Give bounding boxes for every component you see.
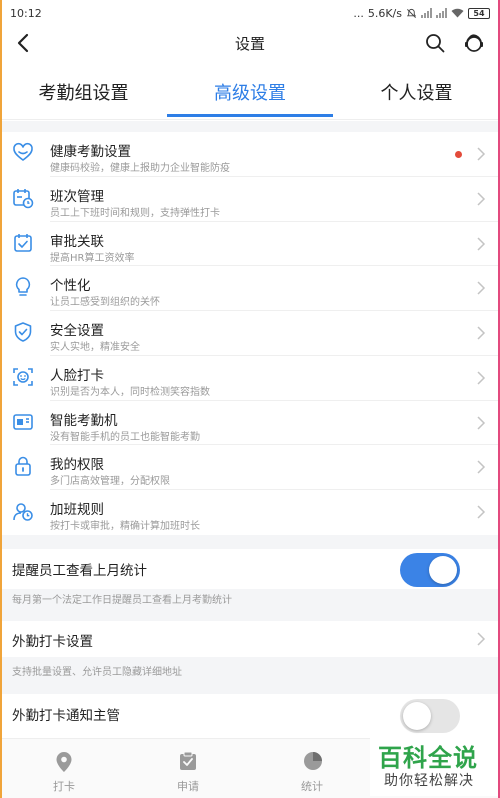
list-item-overtime-rules[interactable]: 加班规则 按打卡或审批，精确计算加班时长 xyxy=(0,490,500,535)
list-item-title: 安全设置 xyxy=(50,323,104,339)
list-item-title: 班次管理 xyxy=(50,188,104,205)
signal-4g-icon xyxy=(421,8,432,18)
list-item-subtitle: 多门店高效管理，分配权限 xyxy=(50,476,170,488)
chevron-right-icon xyxy=(477,460,486,474)
list-item-subtitle: 实人实地，精准安全 xyxy=(50,342,140,353)
list-item-subtitle: 识别是否为本人，同时检测笑容指数 xyxy=(50,386,210,398)
list-item-security[interactable]: 安全设置 实人实地，精准安全 xyxy=(0,311,500,356)
status-dots: ... xyxy=(353,6,364,20)
chevron-right-icon xyxy=(477,371,486,385)
tab-personal[interactable]: 个人设置 xyxy=(333,64,500,120)
bottom-nav-label: 统计 xyxy=(301,780,323,793)
remind-last-month-toggle[interactable] xyxy=(400,553,460,587)
toggle-knob xyxy=(403,702,431,730)
location-pin-icon xyxy=(56,752,72,772)
setting-field-checkin[interactable]: 外勤打卡设置 xyxy=(0,621,500,657)
list-item-approval-link[interactable]: 审批关联 提高HR算工资效率 xyxy=(0,222,500,267)
list-item-smart-attendance-machine[interactable]: 智能考勤机 没有智能手机的员工也能智能考勤 xyxy=(0,401,500,446)
bottom-nav-stats[interactable]: 统计 xyxy=(262,739,362,798)
overtime-user-icon xyxy=(13,503,33,521)
section-gap xyxy=(0,121,500,132)
mute-icon xyxy=(406,8,417,18)
active-tab-indicator xyxy=(167,114,333,117)
top-nav: 设置 xyxy=(0,26,500,60)
bottom-nav-label: 打卡 xyxy=(53,780,75,793)
list-item-title: 个性化 xyxy=(50,278,91,295)
watermark-sub-text: 助你轻松解决 xyxy=(384,773,474,789)
tab-advanced[interactable]: 高级设置 xyxy=(167,64,333,120)
list-item-subtitle: 提高HR算工资效率 xyxy=(50,252,135,264)
setting-note: 支持批量设置、允许员工隐藏详细地址 xyxy=(12,667,182,678)
calendar-clock-icon xyxy=(13,188,34,209)
chevron-right-icon xyxy=(477,281,486,295)
network-speed: 5.6K/s xyxy=(367,6,402,20)
lock-icon xyxy=(15,456,31,477)
setting-remind-last-month: 提醒员工查看上月统计 xyxy=(0,549,500,589)
heart-icon xyxy=(13,142,33,161)
list-item-subtitle: 没有智能手机的员工也能智能考勤 xyxy=(50,431,200,443)
setting-field-notify-manager: 外勤打卡通知主管 xyxy=(0,694,500,738)
setting-title: 外勤打卡通知主管 xyxy=(12,708,120,724)
toggle-knob xyxy=(429,556,457,584)
clipboard-check-icon xyxy=(180,751,196,770)
list-item-personalization[interactable]: 个性化 让员工感受到组织的关怀 xyxy=(0,266,500,311)
list-item-title: 加班规则 xyxy=(50,502,104,518)
bottom-nav-label: 申请 xyxy=(177,780,199,793)
chevron-right-icon xyxy=(477,505,486,519)
notification-dot xyxy=(455,151,462,158)
list-item-subtitle: 健康码校验，健康上报助力企业智能防疫 xyxy=(50,163,230,174)
status-right: ... 5.6K/s 54 xyxy=(353,7,490,20)
setting-title: 外勤打卡设置 xyxy=(12,634,93,650)
chevron-right-icon xyxy=(477,326,486,340)
list-item-my-permissions[interactable]: 我的权限 多门店高效管理，分配权限 xyxy=(0,445,500,490)
list-item-title: 智能考勤机 xyxy=(50,412,118,429)
field-notify-toggle[interactable] xyxy=(400,699,460,733)
list-item-subtitle: 按打卡或审批，精确计算加班时长 xyxy=(50,521,200,532)
tab-attendance-group[interactable]: 考勤组设置 xyxy=(0,64,167,120)
status-bar: 10:12 ... 5.6K/s 54 xyxy=(0,0,500,26)
list-item-face-checkin[interactable]: 人脸打卡 识别是否为本人，同时检测笑容指数 xyxy=(0,356,500,401)
chevron-right-icon xyxy=(477,236,486,251)
approval-check-icon xyxy=(14,233,32,252)
face-scan-icon xyxy=(13,367,33,386)
list-item-subtitle: 员工上下班时间和规则，支持弹性打卡 xyxy=(50,207,220,219)
chevron-right-icon xyxy=(477,632,486,646)
setting-note-area: 每月第一个法定工作日提醒员工查看上月考勤统计 xyxy=(0,589,500,621)
advanced-settings-list: 健康考勤设置 健康码校验，健康上报助力企业智能防疫 班次管理 员工上下班时间和规… xyxy=(0,132,500,535)
attendance-machine-icon xyxy=(13,413,33,430)
chevron-right-icon xyxy=(477,415,486,430)
section-gap xyxy=(0,535,500,549)
watermark-logo: 百科全说 助你轻松解决 xyxy=(370,738,498,796)
setting-title: 提醒员工查看上月统计 xyxy=(12,563,147,579)
list-item-shift-management[interactable]: 班次管理 员工上下班时间和规则，支持弹性打卡 xyxy=(0,177,500,222)
chevron-right-icon xyxy=(477,192,486,206)
customer-service-icon[interactable] xyxy=(462,31,486,55)
tab-bar: 考勤组设置 高级设置 个人设置 xyxy=(0,64,500,120)
bottom-nav-apply[interactable]: 申请 xyxy=(138,739,238,798)
shield-check-icon xyxy=(14,322,32,342)
list-item-title: 审批关联 xyxy=(50,233,104,250)
watermark-main-text: 百科全说 xyxy=(378,744,478,772)
chevron-right-icon xyxy=(477,147,486,161)
list-item-title: 我的权限 xyxy=(50,457,104,474)
setting-note-area: 支持批量设置、允许员工隐藏详细地址 xyxy=(0,657,500,694)
list-item-title: 人脸打卡 xyxy=(50,367,104,384)
setting-note: 每月第一个法定工作日提醒员工查看上月考勤统计 xyxy=(12,595,232,606)
list-item-subtitle: 让员工感受到组织的关怀 xyxy=(50,297,160,309)
signal-icon xyxy=(436,8,447,18)
pie-chart-icon xyxy=(304,752,322,770)
list-item-health-attendance[interactable]: 健康考勤设置 健康码校验，健康上报助力企业智能防疫 xyxy=(0,132,500,177)
search-icon[interactable] xyxy=(424,32,446,54)
frame-left-edge xyxy=(0,0,2,798)
status-time: 10:12 xyxy=(10,6,42,20)
battery-icon: 54 xyxy=(468,7,490,19)
wifi-icon xyxy=(451,8,464,18)
list-item-title: 健康考勤设置 xyxy=(50,144,131,160)
bottom-nav-checkin[interactable]: 打卡 xyxy=(14,739,114,798)
lightbulb-icon xyxy=(15,277,31,297)
